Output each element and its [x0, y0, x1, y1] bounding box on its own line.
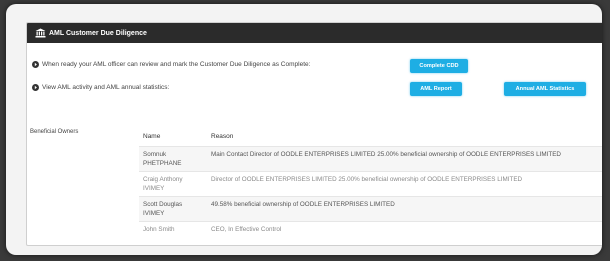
- owner-name: Craig Anthony IVIMEY: [143, 176, 183, 192]
- complete-cdd-button[interactable]: Complete CDD: [410, 59, 468, 73]
- annual-aml-statistics-button[interactable]: Annual AML Statistics: [504, 82, 586, 96]
- table-row: Scott Douglas IVIMEY 49.58% beneficial o…: [139, 196, 602, 222]
- owner-reason: CEO, In Effective Control: [211, 226, 282, 233]
- complete-cdd-row: When ready your AML officer can review a…: [32, 61, 310, 68]
- aml-panel: AML Customer Due Diligence When ready yo…: [26, 22, 602, 246]
- complete-cdd-text: When ready your AML officer can review a…: [42, 61, 311, 68]
- aml-report-button[interactable]: AML Report: [410, 82, 462, 96]
- window-frame: AML Customer Due Diligence When ready yo…: [6, 4, 602, 255]
- arrow-circle-icon: [32, 84, 39, 91]
- arrow-circle-icon: [32, 61, 39, 68]
- name-column-header: Name: [143, 133, 161, 140]
- panel-header: AML Customer Due Diligence: [27, 23, 602, 43]
- owner-reason: Director of OODLE ENTERPRISES LIMITED 25…: [211, 176, 523, 183]
- aml-activity-text: View AML activity and AML annual statist…: [42, 84, 170, 91]
- table-header-row: Name Reason: [139, 133, 602, 147]
- table-row: John Smith CEO, In Effective Control: [139, 222, 602, 238]
- panel-title: AML Customer Due Diligence: [49, 29, 147, 37]
- aml-activity-row: View AML activity and AML annual statist…: [32, 84, 169, 91]
- table-row: Craig Anthony IVIMEY Director of OODLE E…: [139, 172, 602, 197]
- table-row: Somnuk PHETPHANE Main Contact Director o…: [139, 146, 602, 172]
- beneficial-owners-table: Name Reason Somnuk PHETPHANE Main Contac…: [139, 133, 602, 237]
- owner-reason: Main Contact Director of OODLE ENTERPRIS…: [207, 146, 602, 172]
- reason-column-header: Reason: [211, 133, 234, 140]
- beneficial-owners-label: Beneficial Owners: [30, 129, 79, 135]
- owner-name: Scott Douglas IVIMEY: [139, 196, 207, 222]
- owner-name: Somnuk PHETPHANE: [139, 146, 207, 172]
- owner-reason: 49.58% beneficial ownership of OODLE ENT…: [207, 196, 602, 222]
- owner-name: John Smith: [143, 226, 175, 233]
- bank-icon: [35, 28, 46, 38]
